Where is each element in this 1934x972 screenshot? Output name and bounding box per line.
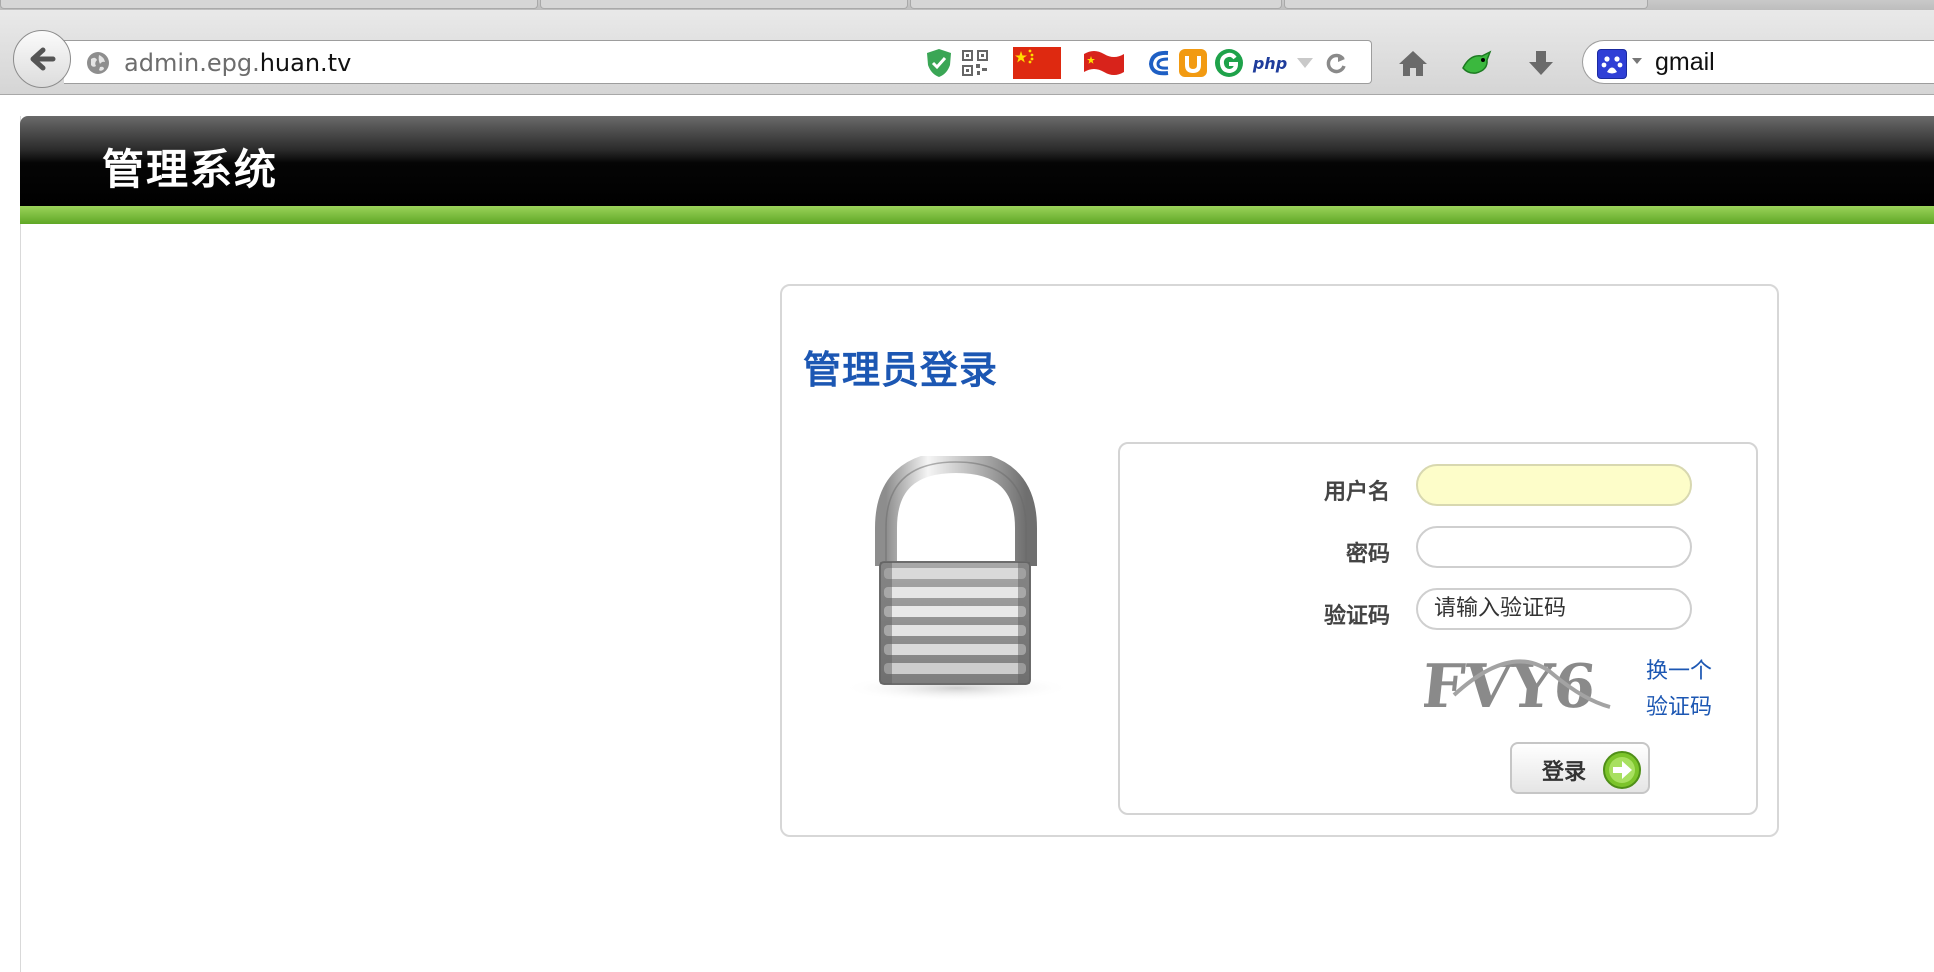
green-bird-icon[interactable] [1458, 44, 1496, 82]
login-button-label: 登录 [1542, 760, 1587, 785]
china-flag-icon[interactable] [1013, 47, 1061, 79]
browser-tab[interactable] [910, 0, 1282, 9]
search-engine-dropdown-icon[interactable] [1631, 57, 1643, 65]
site-header: 管理系统 [20, 116, 1934, 206]
login-title: 管理员登录 [803, 348, 999, 392]
swirl-icon[interactable] [1146, 48, 1174, 78]
refresh-captcha-link-line2[interactable]: 验证码 [1646, 689, 1712, 721]
arrow-right-icon [1603, 751, 1641, 789]
search-input[interactable]: gmail [1582, 40, 1934, 84]
login-button[interactable]: 登录 [1510, 742, 1650, 794]
china-flag-wave-icon[interactable] [1082, 48, 1126, 78]
home-icon[interactable] [1394, 44, 1432, 82]
captcha-label: 验证码 [1323, 604, 1390, 629]
browser-tab[interactable] [1284, 0, 1648, 9]
captcha-field[interactable]: 请输入验证码 [1416, 588, 1692, 630]
globe-icon [87, 52, 109, 74]
url-text: admin.epg.huan.tv [124, 49, 351, 77]
reload-icon[interactable] [1322, 48, 1350, 78]
password-field[interactable] [1416, 526, 1692, 568]
refresh-captcha-link[interactable]: 换一个 [1646, 653, 1712, 685]
tab-strip [0, 0, 1934, 10]
back-button[interactable] [13, 30, 71, 88]
u-logo-icon[interactable] [1178, 48, 1208, 78]
download-icon[interactable] [1522, 44, 1560, 82]
browser-toolbar: admin.epg.huan.tv php gmail [0, 10, 1934, 95]
back-arrow-icon [30, 47, 56, 71]
browser-tab[interactable] [540, 0, 908, 9]
username-field[interactable] [1416, 464, 1692, 506]
dropdown-icon[interactable] [1294, 48, 1316, 78]
search-text: gmail [1655, 48, 1715, 76]
php-icon[interactable]: php [1250, 48, 1290, 78]
password-label: 密码 [1345, 542, 1390, 567]
browser-tab[interactable] [0, 0, 538, 9]
g-logo-icon[interactable] [1214, 48, 1244, 78]
url-host: huan.tv [259, 49, 352, 77]
baidu-paw-icon[interactable] [1597, 49, 1627, 79]
site-title: 管理系统 [102, 145, 279, 194]
address-bar[interactable]: admin.epg.huan.tv php [64, 40, 1372, 84]
username-label: 用户名 [1323, 480, 1390, 505]
qr-code-icon[interactable] [960, 48, 990, 78]
captcha-image[interactable]: FVY6 [1418, 645, 1612, 725]
url-prefix: admin.epg. [124, 49, 260, 77]
padlock-icon [832, 450, 1082, 716]
header-accent-bar [20, 206, 1934, 224]
shield-icon[interactable] [924, 48, 954, 78]
